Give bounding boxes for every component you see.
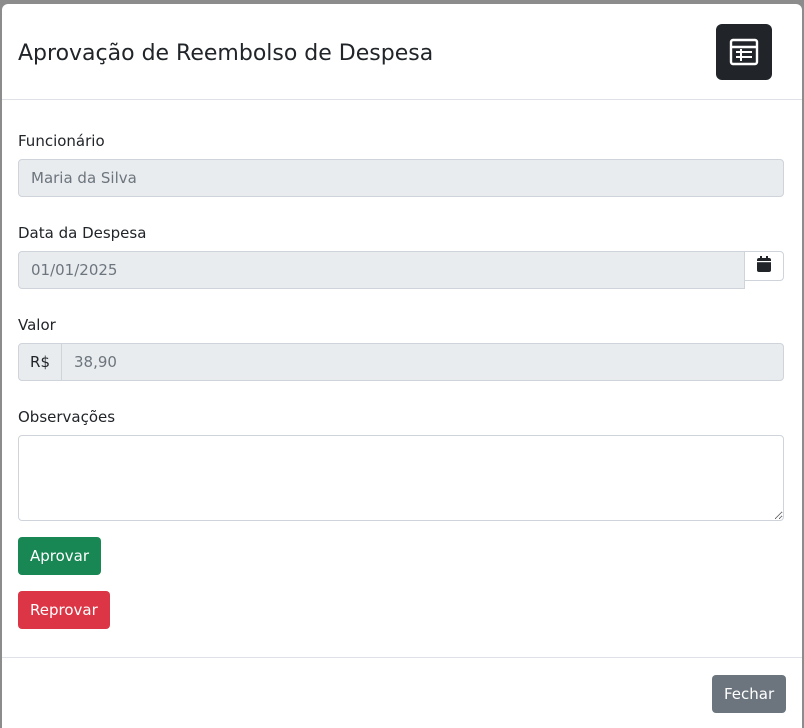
modal-header: Aprovação de Reembolso de Despesa [2,4,802,100]
modal-title: Aprovação de Reembolso de Despesa [18,41,434,66]
calendar-button[interactable] [744,251,784,281]
employee-field: Maria da Silva [18,159,784,197]
amount-label: Valor [18,316,56,334]
calendar-icon [757,256,771,276]
notes-label: Observações [18,408,116,426]
expense-date-label: Data da Despesa [18,224,147,242]
currency-prefix: R$ [18,343,62,381]
modal-body: Funcionário Maria da Silva Data da Despe… [2,101,802,657]
expense-approval-modal: Aprovação de Reembolso de Despesa Funcio… [2,4,802,728]
modal-footer: Fechar [2,657,802,728]
notes-textarea[interactable] [18,435,784,521]
approve-button[interactable]: Aprovar [18,537,102,575]
checklist-icon [716,24,772,80]
employee-label: Funcionário [18,132,105,150]
reject-button[interactable]: Reprovar [18,591,110,629]
expense-date-field: 01/01/2025 [18,251,745,289]
close-button[interactable]: Fechar [712,675,787,713]
amount-field: 38,90 [61,343,784,381]
